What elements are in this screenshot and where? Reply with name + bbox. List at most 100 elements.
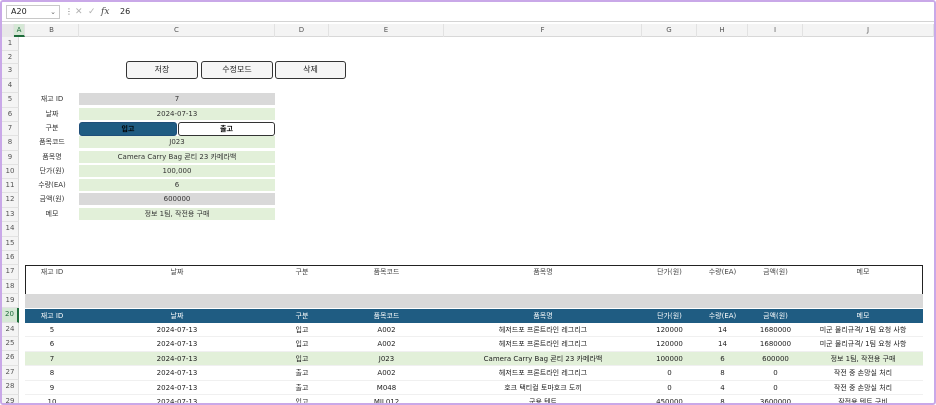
table-cell[interactable]: 14 — [697, 337, 748, 350]
table-cell[interactable]: 14 — [697, 323, 748, 336]
table-cell[interactable]: 2024-07-13 — [79, 395, 275, 403]
table-cell[interactable]: 구분 — [275, 265, 329, 279]
column-header-a[interactable]: A — [14, 24, 25, 37]
row-header-3[interactable]: 3 — [2, 64, 19, 79]
column-header-i[interactable]: I — [748, 24, 803, 37]
table-cell[interactable] — [444, 294, 642, 308]
table-cell[interactable]: 날짜 — [79, 265, 275, 279]
column-header-b[interactable]: B — [25, 24, 79, 37]
table-row[interactable]: 6 2024-07-13 입고 A002 헤저드포 프론트라인 레그리그 120000 14… — [25, 337, 923, 352]
table-cell[interactable]: 출고 — [275, 366, 329, 379]
table-cell[interactable]: 120000 — [642, 337, 697, 350]
form-value-field[interactable]: 100,000 — [79, 165, 275, 178]
table-cell[interactable]: 2024-07-13 — [79, 323, 275, 336]
form-value-field[interactable]: 6 — [79, 179, 275, 192]
row-header-18[interactable]: 18 — [2, 280, 19, 294]
table-cell[interactable]: Camera Carry Bag 쿈티 23 카메라백 — [444, 352, 642, 365]
table-cell[interactable]: 5 — [25, 323, 79, 336]
column-header-h[interactable]: H — [697, 24, 748, 37]
row-header-26[interactable]: 26 — [2, 351, 19, 366]
table-cell[interactable]: 입고 — [275, 323, 329, 336]
row-header-5[interactable]: 5 — [2, 93, 19, 108]
table-cell[interactable] — [275, 294, 329, 308]
chevron-down-icon[interactable]: ⌄ — [50, 6, 56, 18]
table-cell[interactable]: 9 — [25, 381, 79, 394]
table-cell[interactable]: MIL012 — [329, 395, 444, 403]
form-value-field[interactable]: J023 — [79, 136, 275, 149]
column-header-g[interactable]: G — [642, 24, 697, 37]
table-cell[interactable]: 1680000 — [748, 337, 803, 350]
table-cell[interactable]: A002 — [329, 323, 444, 336]
table-cell[interactable]: M048 — [329, 381, 444, 394]
row-header-20[interactable]: 20 — [2, 308, 19, 323]
table-cell[interactable]: 정보 1팀, 작전용 구매 — [803, 352, 923, 365]
table-cell[interactable]: 0 — [748, 381, 803, 394]
column-header-j[interactable]: J — [803, 24, 934, 37]
table-cell[interactable]: 6 — [25, 337, 79, 350]
row-header-16[interactable]: 16 — [2, 251, 19, 265]
table-row[interactable]: 8 2024-07-13 출고 A002 헤저드포 프론트라인 레그리그 0 8 0 작전 중 … — [25, 366, 923, 381]
table-cell[interactable]: 품목코드 — [329, 309, 444, 323]
cancel-icon[interactable]: ✕ — [75, 5, 83, 19]
table-cell[interactable]: 품목코드 — [329, 265, 444, 279]
table-cell[interactable]: 금액(원) — [748, 265, 803, 279]
table-cell[interactable]: 헤저드포 프론트라인 레그리그 — [444, 323, 642, 336]
table-cell[interactable]: 2024-07-13 — [79, 337, 275, 350]
table-cell[interactable]: 입고 — [275, 337, 329, 350]
table-row[interactable]: 9 2024-07-13 출고 M048 호크 택티컬 토마호크 도끼 0 4 0 작전 중 손… — [25, 381, 923, 395]
table-cell[interactable]: 금액(원) — [748, 309, 803, 323]
row-header-29[interactable]: 29 — [2, 395, 19, 403]
filter-header-row[interactable]: 재고 ID 날짜 구분 품목코드 품목명 단가(원) 수량(EA) 금액(원) 메모 — [25, 265, 923, 279]
form-value-field[interactable]: 2024-07-13 — [79, 108, 275, 121]
table-cell[interactable]: A002 — [329, 366, 444, 379]
filter-input-row[interactable] — [25, 294, 923, 309]
table-cell[interactable]: 날짜 — [79, 309, 275, 323]
table-cell[interactable]: 120000 — [642, 323, 697, 336]
table-cell[interactable]: 0 — [748, 366, 803, 379]
table-cell[interactable]: A002 — [329, 337, 444, 350]
table-row[interactable]: 5 2024-07-13 입고 A002 헤저드포 프론트라인 레그리그 120000 14… — [25, 323, 923, 338]
column-header-c[interactable]: C — [79, 24, 275, 37]
column-header-e[interactable]: E — [329, 24, 444, 37]
row-header-2[interactable]: 2 — [2, 51, 19, 64]
table-row[interactable]: 10 2024-07-13 입고 MIL012 군용 텐트 450000 8 3600000 작… — [25, 395, 923, 403]
table-cell[interactable] — [748, 294, 803, 308]
table-cell[interactable]: 1680000 — [748, 323, 803, 336]
row-header-28[interactable]: 28 — [2, 380, 19, 395]
row-header-15[interactable]: 15 — [2, 237, 19, 251]
row-header-7[interactable]: 7 — [2, 122, 19, 136]
table-cell[interactable]: 0 — [642, 381, 697, 394]
table-cell[interactable]: 출고 — [275, 381, 329, 394]
table-cell[interactable] — [697, 294, 748, 308]
table-cell[interactable]: 수량(EA) — [697, 309, 748, 323]
table-cell[interactable]: 4 — [697, 381, 748, 394]
row-header-6[interactable]: 6 — [2, 108, 19, 122]
table-cell[interactable]: 6 — [697, 352, 748, 365]
table-cell[interactable]: 입고 — [275, 395, 329, 403]
row-header-1[interactable]: 1 — [2, 37, 19, 51]
row-header-17[interactable]: 17 — [2, 265, 19, 280]
table-header-row[interactable]: 재고 ID 날짜 구분 품목코드 품목명 단가(원) 수량(EA) 금액(원) 메모 — [25, 309, 923, 324]
table-cell[interactable] — [329, 294, 444, 308]
table-cell[interactable]: 재고 ID — [25, 309, 79, 323]
table-cell[interactable]: 2024-07-13 — [79, 352, 275, 365]
table-cell[interactable]: 10 — [25, 395, 79, 403]
column-header-f[interactable]: F — [444, 24, 642, 37]
table-cell[interactable]: 2024-07-13 — [79, 366, 275, 379]
table-cell[interactable]: 8 — [25, 366, 79, 379]
table-cell[interactable]: 600000 — [748, 352, 803, 365]
column-header-d[interactable]: D — [275, 24, 329, 37]
row-header-11[interactable]: 11 — [2, 179, 19, 193]
table-cell[interactable]: 군용 텐트 — [444, 395, 642, 403]
table-cell[interactable]: 수량(EA) — [697, 265, 748, 279]
select-all-corner[interactable] — [2, 24, 14, 37]
more-options-icon[interactable]: ⋮ — [65, 5, 73, 19]
row-header-24[interactable]: 24 — [2, 323, 19, 337]
table-cell[interactable] — [79, 294, 275, 308]
table-cell[interactable]: 3600000 — [748, 395, 803, 403]
table-cell[interactable]: 메모 — [803, 309, 923, 323]
form-value-field[interactable]: 600000 — [79, 193, 275, 206]
table-cell[interactable]: 0 — [642, 366, 697, 379]
table-cell[interactable]: 7 — [25, 352, 79, 365]
table-cell[interactable]: 8 — [697, 395, 748, 403]
